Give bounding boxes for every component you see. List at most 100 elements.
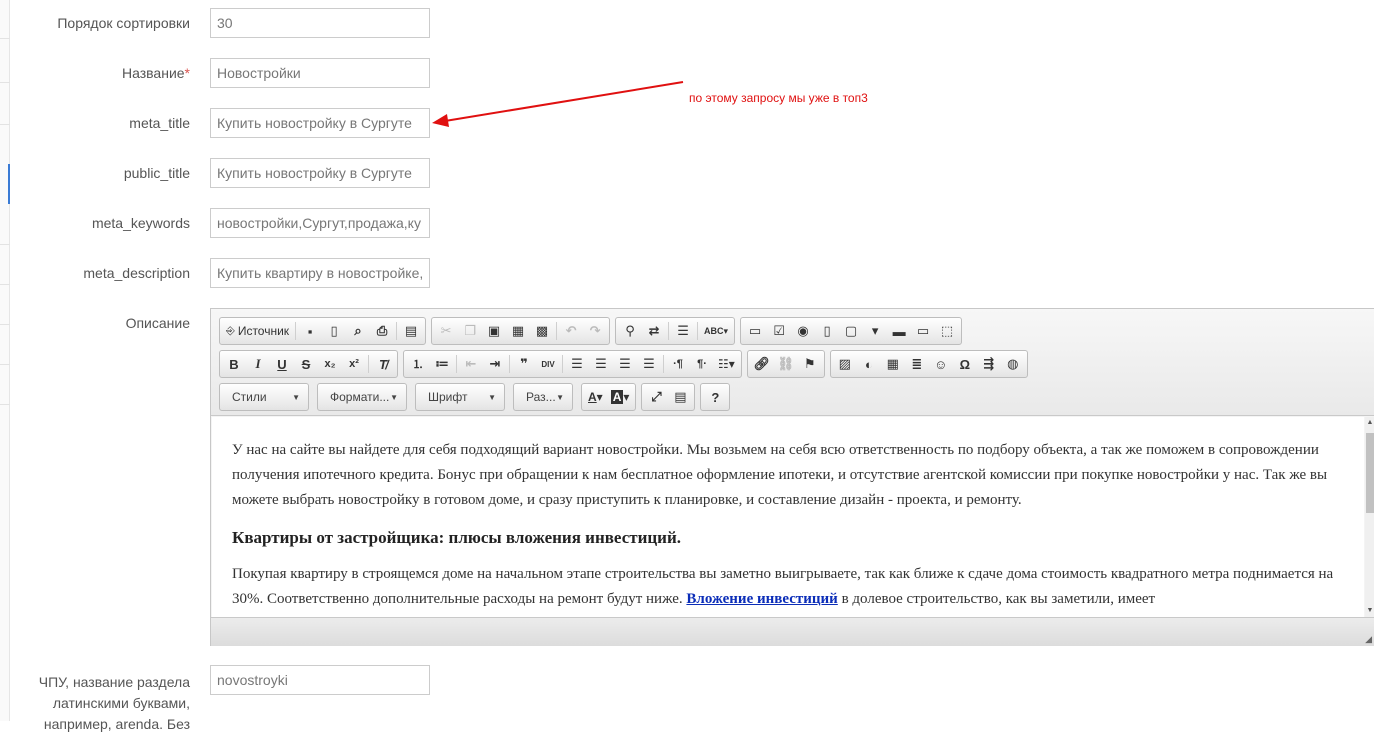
annotation-text: по этому запросу мы уже в топ3	[689, 91, 868, 105]
ltr-icon[interactable]: ·¶	[666, 352, 690, 376]
underline-icon[interactable]: U	[270, 352, 294, 376]
remove-format-icon[interactable]: T̸	[371, 352, 395, 376]
select-field-icon[interactable]: ▾	[863, 319, 887, 343]
editor-content[interactable]: У нас на сайте вы найдете для себя подхо…	[212, 417, 1364, 617]
subscript-icon[interactable]: x₂	[318, 352, 342, 376]
link-icon[interactable]: 🔗︎	[750, 352, 774, 376]
styles-combo[interactable]: Стили ▼	[219, 383, 309, 411]
horizontal-rule-icon[interactable]: ≣	[905, 352, 929, 376]
paste-icon[interactable]: ▣	[482, 319, 506, 343]
paste-text-icon[interactable]: ▦	[506, 319, 530, 343]
select-all-icon[interactable]: ☰	[671, 319, 695, 343]
toolbar-group-colors: A ▾ A ▾	[581, 383, 637, 411]
button-field-icon[interactable]: ▬	[887, 319, 911, 343]
editor-statusbar: ◢	[211, 617, 1374, 646]
paste-word-icon[interactable]: ▩	[530, 319, 554, 343]
rich-text-editor: ⎆ Источник ▪ ▯ ⌕ ⎙ ▤ ✂ ❐ ▣ ▦ ▩ ↶ ↷ ⚲ ⇄ ☰…	[210, 308, 1374, 646]
content-heading: Квартиры от застройщика: плюсы вложения …	[232, 528, 682, 547]
numbered-list-icon[interactable]: ⒈	[406, 352, 430, 376]
help-icon[interactable]: ?	[703, 385, 727, 409]
public-title-input[interactable]: Купить новостройку в Сургуте	[210, 158, 430, 188]
name-input[interactable]: Новостройки	[210, 58, 430, 88]
chpu-input[interactable]: novostroyki	[210, 665, 430, 695]
outdent-icon[interactable]: ⇤	[459, 352, 483, 376]
replace-icon[interactable]: ⇄	[642, 319, 666, 343]
toolbar-group-editing: ⚲ ⇄ ☰ ABC▾	[615, 317, 736, 345]
new-page-icon[interactable]: ▯	[322, 319, 346, 343]
scroll-thumb[interactable]	[1366, 433, 1374, 513]
special-char-icon[interactable]: Ω	[953, 352, 977, 376]
image-icon[interactable]: ▨	[833, 352, 857, 376]
undo-icon[interactable]: ↶	[559, 319, 583, 343]
align-left-icon[interactable]: ☰	[565, 352, 589, 376]
toolbar-group-basicstyles: B I U S x₂ x² T̸	[219, 350, 398, 378]
iframe-icon[interactable]: ◍	[1001, 352, 1025, 376]
save-icon[interactable]: ▪	[298, 319, 322, 343]
blockquote-icon[interactable]: ❞	[512, 352, 536, 376]
text-color-icon[interactable]: A ▾	[584, 385, 607, 409]
format-combo-label: Формати...	[330, 390, 390, 404]
anchor-icon[interactable]: ⚑	[798, 352, 822, 376]
radio-icon[interactable]: ◉	[791, 319, 815, 343]
copy-icon[interactable]: ❐	[458, 319, 482, 343]
size-combo-label: Раз...	[526, 390, 556, 404]
source-button[interactable]: ⎆ Источник	[222, 319, 293, 343]
align-center-icon[interactable]: ☰	[589, 352, 613, 376]
unlink-icon[interactable]: ⛓	[774, 352, 798, 376]
investment-link[interactable]: Вложение инвестиций	[686, 591, 837, 607]
description-label: Описание	[125, 315, 190, 331]
language-icon[interactable]: ☷▾	[714, 352, 739, 376]
align-justify-icon[interactable]: ☰	[637, 352, 661, 376]
scroll-down-icon[interactable]: ▼	[1365, 605, 1374, 617]
sort-order-input[interactable]: 30	[210, 8, 430, 38]
spellcheck-icon[interactable]: ABC▾	[700, 319, 732, 343]
form-icon[interactable]: ▭	[743, 319, 767, 343]
toolbar-group-document: ⎆ Источник ▪ ▯ ⌕ ⎙ ▤	[219, 317, 427, 345]
textarea-icon[interactable]: ▢	[839, 319, 863, 343]
editor-scrollbar[interactable]: ▲ ▼	[1365, 417, 1374, 617]
show-blocks-icon[interactable]: ▤	[668, 385, 692, 409]
strike-icon[interactable]: S	[294, 352, 318, 376]
rtl-icon[interactable]: ¶·	[690, 352, 714, 376]
maximize-icon[interactable]: ⤢	[644, 385, 668, 409]
toolbar-group-paragraph: ⒈ ≔ ⇤ ⇥ ❞ DIV ☰ ☰ ☰ ☰ ·¶ ¶· ☷▾	[403, 350, 742, 378]
smiley-icon[interactable]: ☺	[929, 352, 953, 376]
align-right-icon[interactable]: ☰	[613, 352, 637, 376]
redo-icon[interactable]: ↷	[583, 319, 607, 343]
meta-description-input[interactable]: Купить квартиру в новостройке,	[210, 258, 430, 288]
checkbox-icon[interactable]: ☑	[767, 319, 791, 343]
content-paragraph: Покупая квартиру в строящемся доме на на…	[232, 562, 1344, 612]
indent-icon[interactable]: ⇥	[483, 352, 507, 376]
create-div-icon[interactable]: DIV	[536, 352, 560, 376]
styles-combo-label: Стили	[232, 390, 267, 404]
flash-icon[interactable]: ◐	[857, 352, 881, 376]
editor-toolbar: ⎆ Источник ▪ ▯ ⌕ ⎙ ▤ ✂ ❐ ▣ ▦ ▩ ↶ ↷ ⚲ ⇄ ☰…	[211, 309, 1374, 416]
scroll-up-icon[interactable]: ▲	[1365, 417, 1374, 429]
format-combo[interactable]: Формати... ▼	[317, 383, 407, 411]
bold-icon[interactable]: B	[222, 352, 246, 376]
resize-handle-icon[interactable]: ◢	[1365, 634, 1372, 645]
preview-icon[interactable]: ⌕	[346, 319, 370, 343]
page-break-icon[interactable]: ⇶	[977, 352, 1001, 376]
text-field-icon[interactable]: ▯	[815, 319, 839, 343]
find-icon[interactable]: ⚲	[618, 319, 642, 343]
content-text: в долевое строительство, как вы заметили…	[837, 591, 1156, 607]
superscript-icon[interactable]: x²	[342, 352, 366, 376]
templates-icon[interactable]: ▤	[399, 319, 423, 343]
bg-color-icon[interactable]: A ▾	[607, 385, 634, 409]
meta-keywords-label: meta_keywords	[91, 215, 190, 231]
toolbar-group-links: 🔗︎ ⛓ ⚑	[746, 350, 825, 378]
hidden-field-icon[interactable]: ⬚	[935, 319, 959, 343]
cut-icon[interactable]: ✂	[434, 319, 458, 343]
meta-keywords-input[interactable]: новостройки,Сургут,продажа,ку	[210, 208, 430, 238]
bulleted-list-icon[interactable]: ≔	[430, 352, 454, 376]
font-combo[interactable]: Шрифт ▼	[415, 383, 505, 411]
italic-icon[interactable]: I	[246, 352, 270, 376]
size-combo[interactable]: Раз... ▼	[513, 383, 573, 411]
meta-title-input[interactable]: Купить новостройку в Сургуте	[210, 108, 430, 138]
toolbar-group-insert: ▨ ◐ ▦ ≣ ☺ Ω ⇶ ◍	[829, 350, 1028, 378]
font-combo-label: Шрифт	[428, 390, 468, 404]
table-icon[interactable]: ▦	[881, 352, 905, 376]
print-icon[interactable]: ⎙	[370, 319, 394, 343]
image-button-icon[interactable]: ▭	[911, 319, 935, 343]
